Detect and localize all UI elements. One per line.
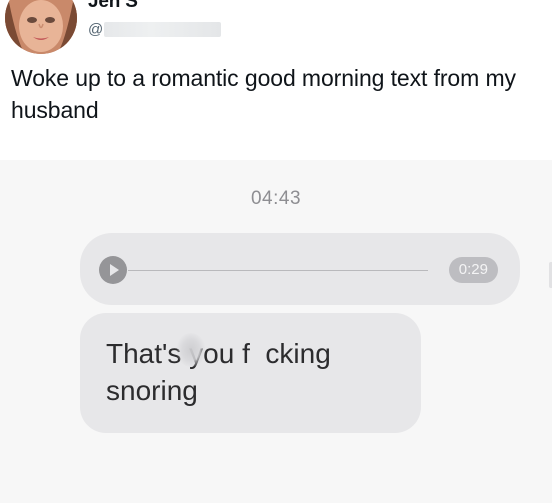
message-text: That's you f cking snoring — [106, 335, 406, 409]
avatar-face-icon — [5, 0, 77, 54]
message-line-2: snoring — [106, 375, 198, 406]
tweet-card: Jen S @ Woke up to a romantic good morni… — [0, 0, 552, 503]
tweet-text: Woke up to a romantic good morning text … — [11, 65, 516, 123]
audio-duration-badge: 0:29 — [448, 257, 498, 283]
text-message-bubble: That's you f cking snoring — [80, 313, 421, 433]
author-avatar[interactable] — [5, 0, 77, 54]
attached-screenshot[interactable]: 04:43 0:29 That's you f cking snoring — [0, 160, 552, 503]
audio-scrubber[interactable] — [128, 270, 428, 271]
play-icon[interactable] — [99, 256, 127, 284]
censor-blur — [177, 333, 205, 367]
handle-at-sign: @ — [88, 20, 104, 38]
handle-redaction — [104, 21, 222, 37]
message-timestamp: 04:43 — [250, 188, 302, 209]
author-handle[interactable]: @ — [88, 20, 222, 38]
message-line-1: That's you f cking — [106, 338, 331, 369]
author-display-name[interactable]: Jen S — [88, 0, 138, 13]
voice-message-bubble[interactable]: 0:29 — [80, 233, 520, 305]
